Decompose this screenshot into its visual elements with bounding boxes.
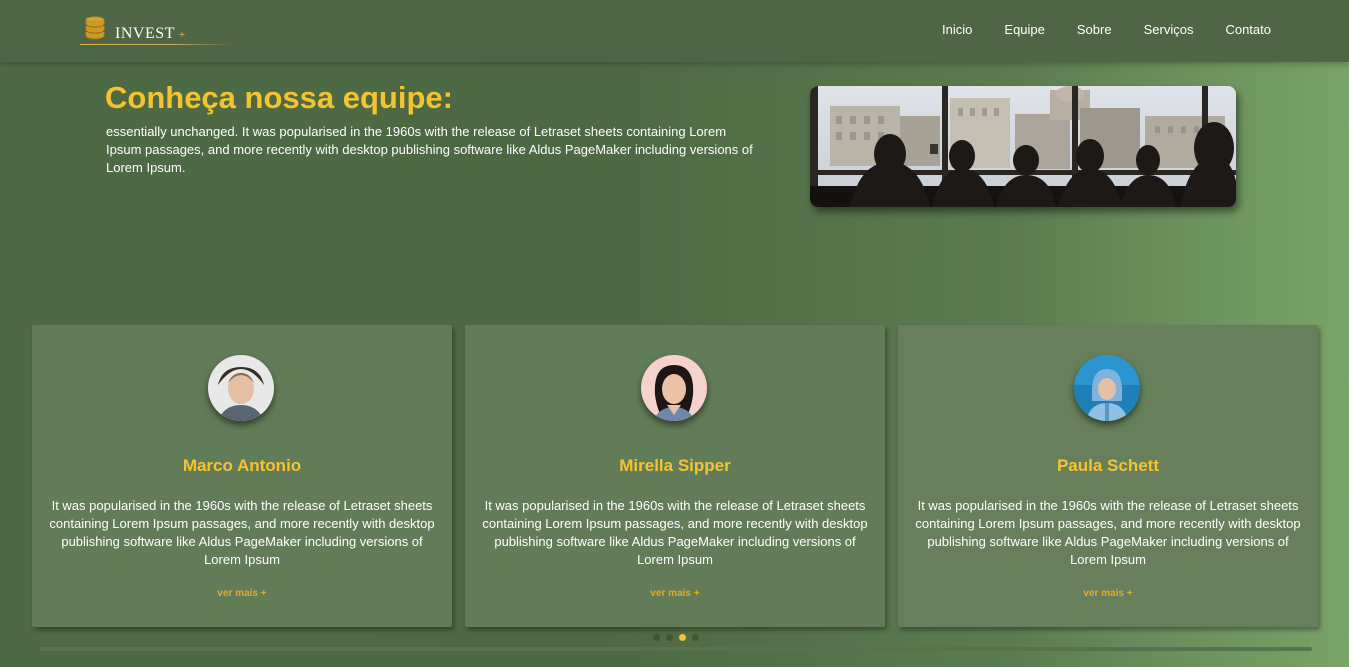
nav-item-inicio[interactable]: Inicio — [942, 22, 972, 37]
logo-plus: + — [178, 29, 186, 41]
avatar-photo — [641, 355, 707, 421]
nav-item-contato[interactable]: Contato — [1225, 22, 1271, 37]
logo-text: INVEST + — [115, 25, 186, 43]
avatar — [1074, 355, 1140, 421]
coin-stack-icon — [85, 16, 105, 40]
site-header: INVEST + Inicio Equipe Sobre Serviços Con… — [0, 0, 1349, 62]
team-member-name: Mirella Sipper — [619, 456, 731, 475]
team-meeting-image — [810, 86, 1236, 207]
hero-description: essentially unchanged. It was popularise… — [106, 124, 753, 175]
team-card: Paula Schett It was popularised in the 1… — [898, 325, 1318, 627]
logo-wordmark: INVEST — [115, 25, 175, 42]
page-title: Conheça nossa equipe: — [105, 80, 453, 115]
team-member-name: Marco Antonio — [182, 456, 302, 475]
avatar-photo — [208, 355, 274, 421]
team-member-bio: It was popularised in the 1960s with the… — [915, 498, 1301, 567]
ver-mais-link[interactable]: ver mais + — [465, 588, 885, 599]
carousel-pagination — [653, 634, 699, 641]
nav-item-equipe[interactable]: Equipe — [1004, 22, 1044, 37]
carousel-dot[interactable] — [692, 634, 699, 641]
carousel-dot[interactable] — [666, 634, 673, 641]
team-meeting-illustration — [810, 86, 1236, 207]
team-card: Mirella Sipper It was popularised in the… — [465, 325, 885, 627]
nav-item-sobre[interactable]: Sobre — [1077, 22, 1112, 37]
avatar — [641, 355, 707, 421]
ver-mais-link[interactable]: ver mais + — [898, 588, 1318, 599]
carousel-dot[interactable] — [653, 634, 660, 641]
team-member-name: Paula Schett — [1056, 456, 1160, 475]
avatar-photo — [1074, 355, 1140, 421]
team-carousel: Marco Antonio It was popularised in the … — [32, 325, 1322, 627]
team-card: Marco Antonio It was popularised in the … — [32, 325, 452, 627]
logo-underline — [80, 44, 232, 45]
avatar — [208, 355, 274, 421]
logo[interactable]: INVEST + — [80, 14, 232, 46]
carousel-scrollbar[interactable] — [39, 647, 1312, 651]
main-nav: Inicio Equipe Sobre Serviços Contato — [910, 22, 1271, 37]
team-member-bio: It was popularised in the 1960s with the… — [482, 498, 868, 567]
nav-item-servicos[interactable]: Serviços — [1144, 22, 1194, 37]
carousel-dot-active[interactable] — [679, 634, 686, 641]
team-member-bio: It was popularised in the 1960s with the… — [49, 498, 435, 567]
ver-mais-link[interactable]: ver mais + — [32, 588, 452, 599]
